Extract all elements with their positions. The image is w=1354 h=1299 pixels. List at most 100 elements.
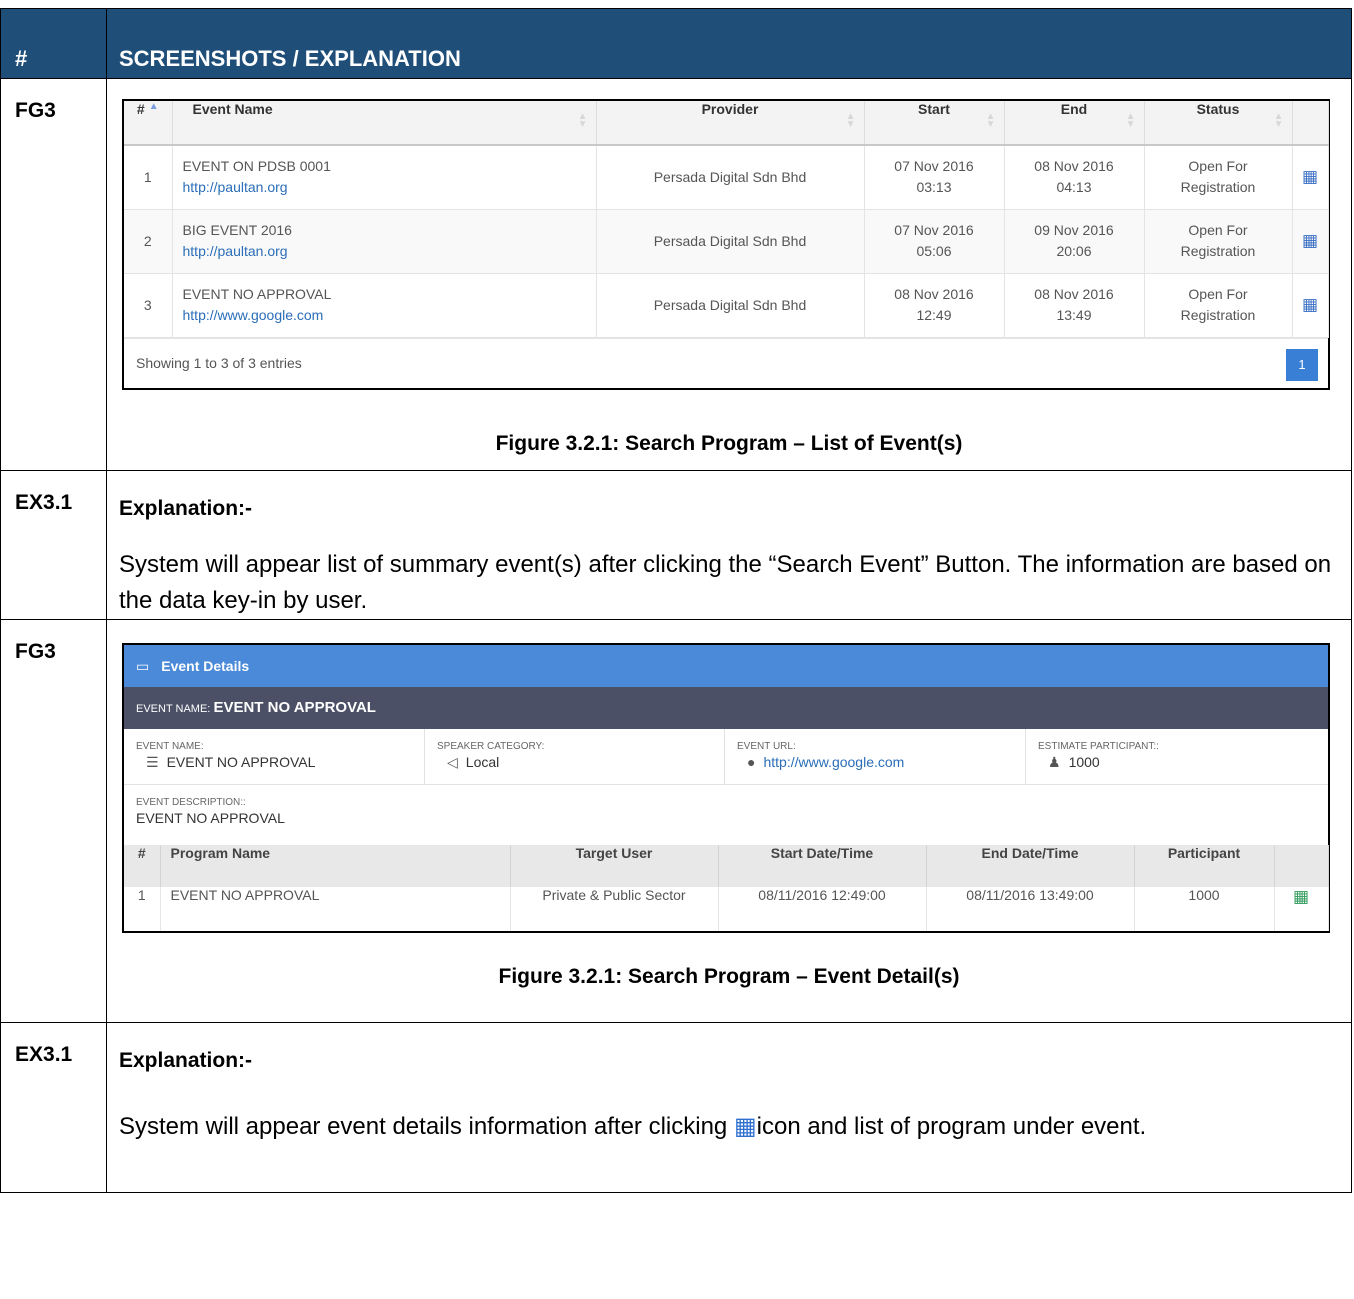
calendar-icon[interactable]: ▦ — [1293, 887, 1309, 906]
sort-icon: ▲ ▼ — [845, 111, 856, 130]
row-id: EX3.1 — [0, 1022, 107, 1193]
end-time: 04:13 — [1056, 179, 1092, 196]
table-row: 1 EVENT NO APPROVAL Private & Public Sec… — [124, 887, 1329, 931]
end-datetime: 08/11/2016 13:49:00 — [926, 887, 1135, 931]
event-fields: EVENT NAME: ☰ EVENT NO APPROVAL SPEAKER CA… — [124, 729, 1328, 785]
status: Registration — [1180, 179, 1256, 196]
page-button-1[interactable]: 1 — [1286, 348, 1318, 381]
field-label: SPEAKER CATEGORY: — [437, 741, 545, 752]
start-datetime: 08/11/2016 12:49:00 — [718, 887, 927, 931]
start-date: 08 Nov 2016 — [894, 286, 974, 302]
event-name-band: EVENT NAME: EVENT NO APPROVAL — [124, 687, 1328, 729]
col-end-datetime: End Date/Time — [926, 845, 1135, 887]
calendar-icon[interactable]: ▦ — [1302, 167, 1318, 186]
field-value: EVENT NO APPROVAL — [136, 810, 285, 826]
sort-icon: ▲ ▼ — [1273, 111, 1284, 130]
row-number: 1 — [124, 887, 161, 931]
row-number: 1 — [124, 145, 173, 210]
row-number: 3 — [124, 273, 173, 338]
figure-caption: Figure 3.2.1: Search Program – List of E… — [495, 431, 963, 455]
explanation-text-part: icon and list of program under event. — [756, 1113, 1147, 1140]
start-time: 03:13 — [916, 179, 952, 196]
header-title: SCREENSHOTS / EXPLANATION — [106, 8, 1352, 79]
explanation-text-part: System will appear event details informa… — [119, 1113, 728, 1140]
col-number[interactable]: # ▲ — [124, 101, 173, 146]
event-url-link[interactable]: http://www.google.com — [183, 305, 596, 326]
field-label: EVENT DESCRIPTION:: — [136, 797, 246, 808]
row-id: FG3 — [0, 78, 107, 471]
status: Open For — [1188, 286, 1248, 302]
band-value: EVENT NO APPROVAL — [213, 699, 376, 716]
calendar-icon: ▦ — [733, 1113, 757, 1140]
event-description: EVENT DESCRIPTION:: EVENT NO APPROVAL — [124, 785, 1328, 845]
explanation-title: Explanation:- — [119, 497, 253, 520]
event-list-table: # ▲ Event Name ▲ ▼ Provider ▲ ▼ Start ▲ ▼ End ▲ ▼… — [124, 101, 1329, 338]
entries-info: Showing 1 to 3 of 3 entries — [136, 354, 302, 371]
calendar-icon[interactable]: ▦ — [1302, 295, 1318, 314]
status: Registration — [1180, 307, 1256, 323]
start-time: 05:06 — [916, 243, 952, 259]
sort-asc-icon: ▲ — [148, 101, 159, 112]
col-start[interactable]: Start ▲ ▼ — [864, 101, 1005, 146]
table-footer: Showing 1 to 3 of 3 entries 1 — [124, 337, 1328, 388]
explanation-text: System will appear event details informa… — [119, 1109, 1339, 1145]
end-date: 09 Nov 2016 — [1034, 222, 1114, 238]
col-action — [1274, 845, 1329, 887]
participant: 1000 — [1134, 887, 1275, 931]
provider: Persada Digital Sdn Bhd — [596, 145, 865, 210]
start-time: 12:49 — [916, 307, 952, 323]
field-label: EVENT URL: — [737, 741, 796, 752]
sort-icon: ▲ ▼ — [985, 111, 996, 130]
col-status[interactable]: Status ▲ ▼ — [1144, 101, 1293, 146]
event-url-link[interactable]: http://paultan.org — [183, 241, 596, 262]
globe-icon: ● — [747, 754, 756, 770]
users-icon: ♟ — [1048, 754, 1061, 770]
end-time: 13:49 — [1056, 307, 1092, 323]
event-list-screenshot: # ▲ Event Name ▲ ▼ Provider ▲ ▼ Start ▲ ▼ End ▲ ▼… — [122, 99, 1330, 390]
col-participant: Participant — [1134, 845, 1275, 887]
end-date: 08 Nov 2016 — [1034, 158, 1114, 175]
program-table: # Program Name Target User Start Date/Ti… — [124, 845, 1329, 931]
col-end[interactable]: End ▲ ▼ — [1004, 101, 1145, 146]
field-value: EVENT NO APPROVAL — [166, 754, 316, 770]
event-url-link[interactable]: http://www.google.com — [763, 754, 904, 770]
col-action — [1292, 101, 1329, 146]
col-event-name[interactable]: Event Name ▲ ▼ — [172, 101, 597, 146]
event-name: EVENT ON PDSB 0001 — [182, 158, 331, 175]
field-label: ESTIMATE PARTICIPANT:: — [1038, 741, 1159, 752]
sort-icon: ▲ ▼ — [1125, 111, 1136, 130]
calendar-icon[interactable]: ▦ — [1302, 231, 1318, 250]
event-url-link[interactable]: http://paultan.org — [183, 177, 596, 198]
figure-caption: Figure 3.2.1: Search Program – Event Det… — [498, 965, 960, 988]
event-name: EVENT NO APPROVAL — [182, 286, 332, 302]
end-time: 20:06 — [1056, 243, 1092, 259]
col-number: # — [124, 845, 161, 887]
field-value: Local — [465, 754, 500, 770]
provider: Persada Digital Sdn Bhd — [596, 273, 865, 338]
target-user: Private & Public Sector — [510, 887, 719, 931]
status: Open For — [1188, 222, 1248, 238]
explanation-text: System will appear list of summary event… — [119, 551, 1332, 614]
explanation-title: Explanation:- — [119, 1049, 253, 1072]
table-row: 3 EVENT NO APPROVAL http://www.google.com… — [124, 273, 1329, 338]
field-label: EVENT NAME: — [136, 741, 204, 752]
panel-title: Event Details — [161, 658, 250, 674]
col-start-datetime: Start Date/Time — [718, 845, 927, 887]
row-id: EX3.1 — [0, 470, 107, 620]
event-name: BIG EVENT 2016 — [182, 222, 292, 238]
list-icon: ☰ — [146, 754, 159, 770]
status: Open For — [1188, 158, 1248, 175]
calendar-icon: ▭ — [136, 658, 150, 674]
col-provider[interactable]: Provider ▲ ▼ — [596, 101, 865, 146]
sort-icon: ▲ ▼ — [577, 111, 588, 130]
header-hash: # — [0, 8, 107, 79]
col-program-name: Program Name — [160, 845, 511, 887]
start-date: 07 Nov 2016 — [894, 222, 974, 238]
program-name: EVENT NO APPROVAL — [160, 887, 511, 931]
panel-header: ▭ Event Details — [124, 645, 1328, 687]
provider: Persada Digital Sdn Bhd — [596, 209, 865, 274]
band-label: EVENT NAME: — [136, 703, 211, 715]
start-date: 07 Nov 2016 — [894, 158, 974, 175]
table-row: 2 BIG EVENT 2016 http://paultan.org Persa… — [124, 209, 1329, 274]
row-id: FG3 — [0, 619, 107, 1023]
